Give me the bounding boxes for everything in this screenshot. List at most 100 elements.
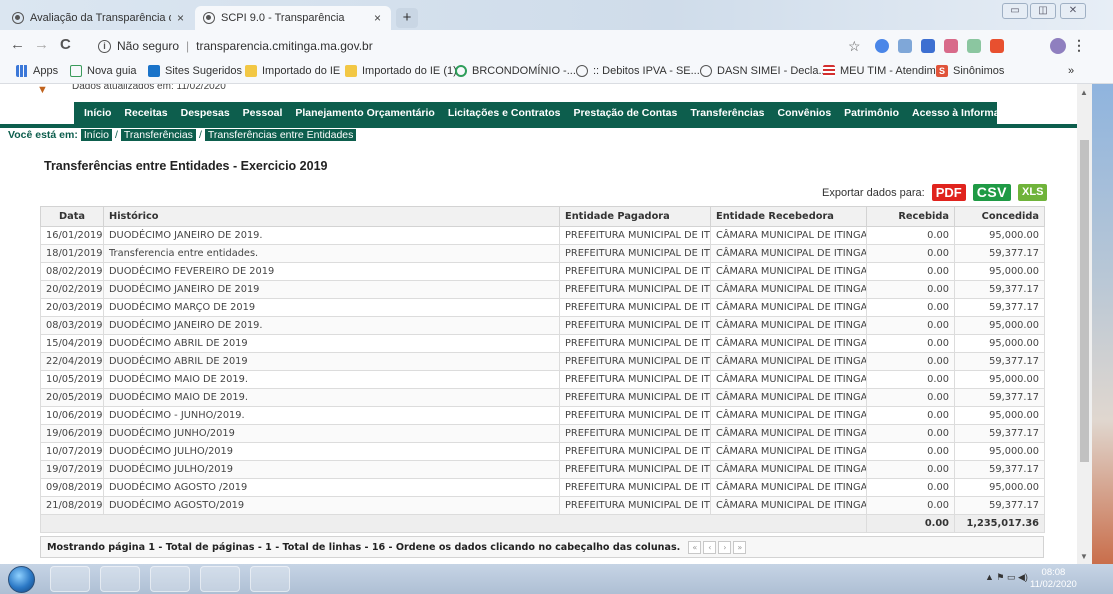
menu-patrimonio[interactable]: Patrimônio [844,107,899,119]
extension-icon[interactable] [967,39,981,53]
cell-concedida: 59,377.17 [954,244,1045,263]
cell-recebedora: CÂMARA MUNICIPAL DE ITINGA D [710,244,867,263]
col-data-header[interactable]: Data [40,206,104,227]
start-button[interactable] [8,566,35,593]
back-button[interactable]: ← [10,36,25,53]
bookmark-importado-ie[interactable]: Importado do IE [245,65,340,77]
bookmark-dasn-simei[interactable]: DASN SIMEI - Decla... [700,65,828,77]
table-row: 20/03/2019 DUODÉCIMO MARÇO DE 2019 PREFEIT… [40,298,1045,317]
col-recebedora-header[interactable]: Entidade Recebedora [710,206,867,227]
cell-recebida: 0.00 [866,406,955,425]
bookmark-debitos-ipva[interactable]: :: Debitos IPVA - SE... [576,65,700,77]
menu-convenios[interactable]: Convênios [777,107,831,119]
export-xls-button[interactable]: XLS [1018,184,1048,201]
browser-tab-scpi[interactable]: SCPI 9.0 - Transparência × [195,6,391,30]
explorer-taskbar-icon[interactable] [100,566,140,592]
scroll-up-icon[interactable]: ▲ [1080,88,1088,97]
menu-acesso-informacao[interactable]: Acesso à Informação [912,107,1018,119]
folder-icon [345,65,357,77]
globe-icon [203,12,215,24]
media-taskbar-icon[interactable] [150,566,190,592]
export-csv-button[interactable]: CSV [972,184,1012,201]
extension-icon[interactable] [898,39,912,53]
forward-button[interactable]: → [34,36,49,53]
ie-taskbar-icon[interactable] [50,566,90,592]
bookmark-apps[interactable]: Apps [16,65,58,77]
restore-button[interactable]: ◫ [1030,3,1056,19]
close-tab-icon[interactable]: × [177,11,184,25]
chevron-down-icon[interactable]: ▼ [37,84,48,96]
col-historico-header[interactable]: Histórico [103,206,560,227]
cell-recebedora: CÂMARA MUNICIPAL DE ITINGA D [710,316,867,335]
clock[interactable]: 08:08 11/02/2020 [1030,567,1077,591]
cell-data: 16/01/2019 [40,226,104,245]
address-bar: ← → C i Não seguro | transparencia.cmiti… [0,30,1113,62]
export-pdf-button[interactable]: PDF [931,184,966,201]
bookmark-star-icon[interactable]: ☆ [848,38,861,55]
bookmark-brcondominio[interactable]: BRCONDOMÍNIO -... [455,65,576,77]
cell-recebida: 0.00 [866,280,955,299]
cell-pagadora: PREFEITURA MUNICIPAL DE ITINGA [559,244,711,263]
prev-page-button[interactable]: ‹ [703,540,717,554]
next-page-button[interactable]: › [718,540,732,554]
chrome-taskbar-icon[interactable] [200,566,240,592]
close-window-button[interactable]: ✕ [1060,3,1086,19]
menu-pessoal[interactable]: Pessoal [243,107,283,119]
page-scrollbar[interactable]: ▲ ▼ [1077,84,1092,564]
col-recebida-header[interactable]: Recebida [866,206,955,227]
menu-licitacoes[interactable]: Licitações e Contratos [448,107,561,119]
col-concedida-header[interactable]: Concedida [954,206,1045,227]
minimize-button[interactable]: ▭ [1002,3,1028,19]
breadcrumb-current[interactable]: Transferências entre Entidades [204,129,357,141]
extension-icon[interactable] [944,39,958,53]
browser-tab-avaliacao[interactable]: Avaliação da Transparência dos / × [4,6,194,30]
cell-recebedora: CÂMARA MUNICIPAL DE ITINGA D [710,262,867,281]
menu-prestacao-contas[interactable]: Prestação de Contas [573,107,677,119]
last-page-button[interactable]: » [733,540,747,554]
url-field[interactable]: i Não seguro | transparencia.cmitinga.ma… [98,35,870,57]
menu-despesas[interactable]: Despesas [181,107,230,119]
snipping-taskbar-icon[interactable] [250,566,290,592]
cell-data: 08/02/2019 [40,262,104,281]
first-page-button[interactable]: « [688,540,702,554]
extension-icon[interactable] [875,39,889,53]
export-bar: Exportar dados para: PDF CSV XLS [822,184,1048,201]
close-tab-icon[interactable]: × [374,11,381,25]
breadcrumb-transferencias[interactable]: Transferências [120,129,196,141]
col-pagadora-header[interactable]: Entidade Pagadora [559,206,711,227]
globe-icon [576,65,588,77]
menu-kebab-icon[interactable]: ⋮ [1072,37,1086,54]
breadcrumb-inicio[interactable]: Início [80,129,112,141]
reload-button[interactable]: C [60,36,71,53]
clock-date: 11/02/2020 [1030,579,1077,590]
page-icon [70,65,82,77]
bookmarks-overflow[interactable]: » [1068,65,1074,77]
globe-icon [12,12,24,24]
bookmark-sites-sugeridos[interactable]: Sites Sugeridos [148,65,242,77]
cell-data: 18/01/2019 [40,244,104,263]
bookmark-importado-ie-1[interactable]: Importado do IE (1) [345,65,457,77]
menu-transferencias[interactable]: Transferências [690,107,764,119]
cell-historico: DUODÉCIMO ABRIL DE 2019 [103,334,560,353]
menu-planejamento[interactable]: Planejamento Orçamentário [295,107,434,119]
bookmark-nova-guia[interactable]: Nova guia [70,65,137,77]
bookmark-sinonimos[interactable]: S Sinônimos [936,65,1004,77]
system-tray-icons[interactable]: ▲ ⚑ ▭ ◀) [985,572,1028,583]
cell-concedida: 95,000.00 [954,334,1045,353]
cell-recebedora: CÂMARA MUNICIPAL DE ITINGA D [710,334,867,353]
new-tab-button[interactable]: + [396,8,418,28]
browser-tabstrip: Avaliação da Transparência dos / × SCPI … [0,0,1113,30]
extension-icon[interactable] [921,39,935,53]
menu-inicio[interactable]: Início [84,107,111,119]
scrollbar-thumb[interactable] [1080,140,1089,462]
menu-receitas[interactable]: Receitas [124,107,167,119]
extension-icon[interactable] [990,39,1004,53]
info-icon[interactable]: i [98,39,111,53]
bookmark-meu-tim[interactable]: MEU TIM - Atendim... [823,65,945,77]
cell-pagadora: PREFEITURA MUNICIPAL DE ITINGA [559,424,711,443]
scroll-down-icon[interactable]: ▼ [1080,552,1088,561]
profile-avatar[interactable] [1050,38,1066,54]
taskbar: ▲ ⚑ ▭ ◀) 08:08 11/02/2020 [0,564,1113,594]
cell-recebida: 0.00 [866,388,955,407]
cell-recebida: 0.00 [866,316,955,335]
